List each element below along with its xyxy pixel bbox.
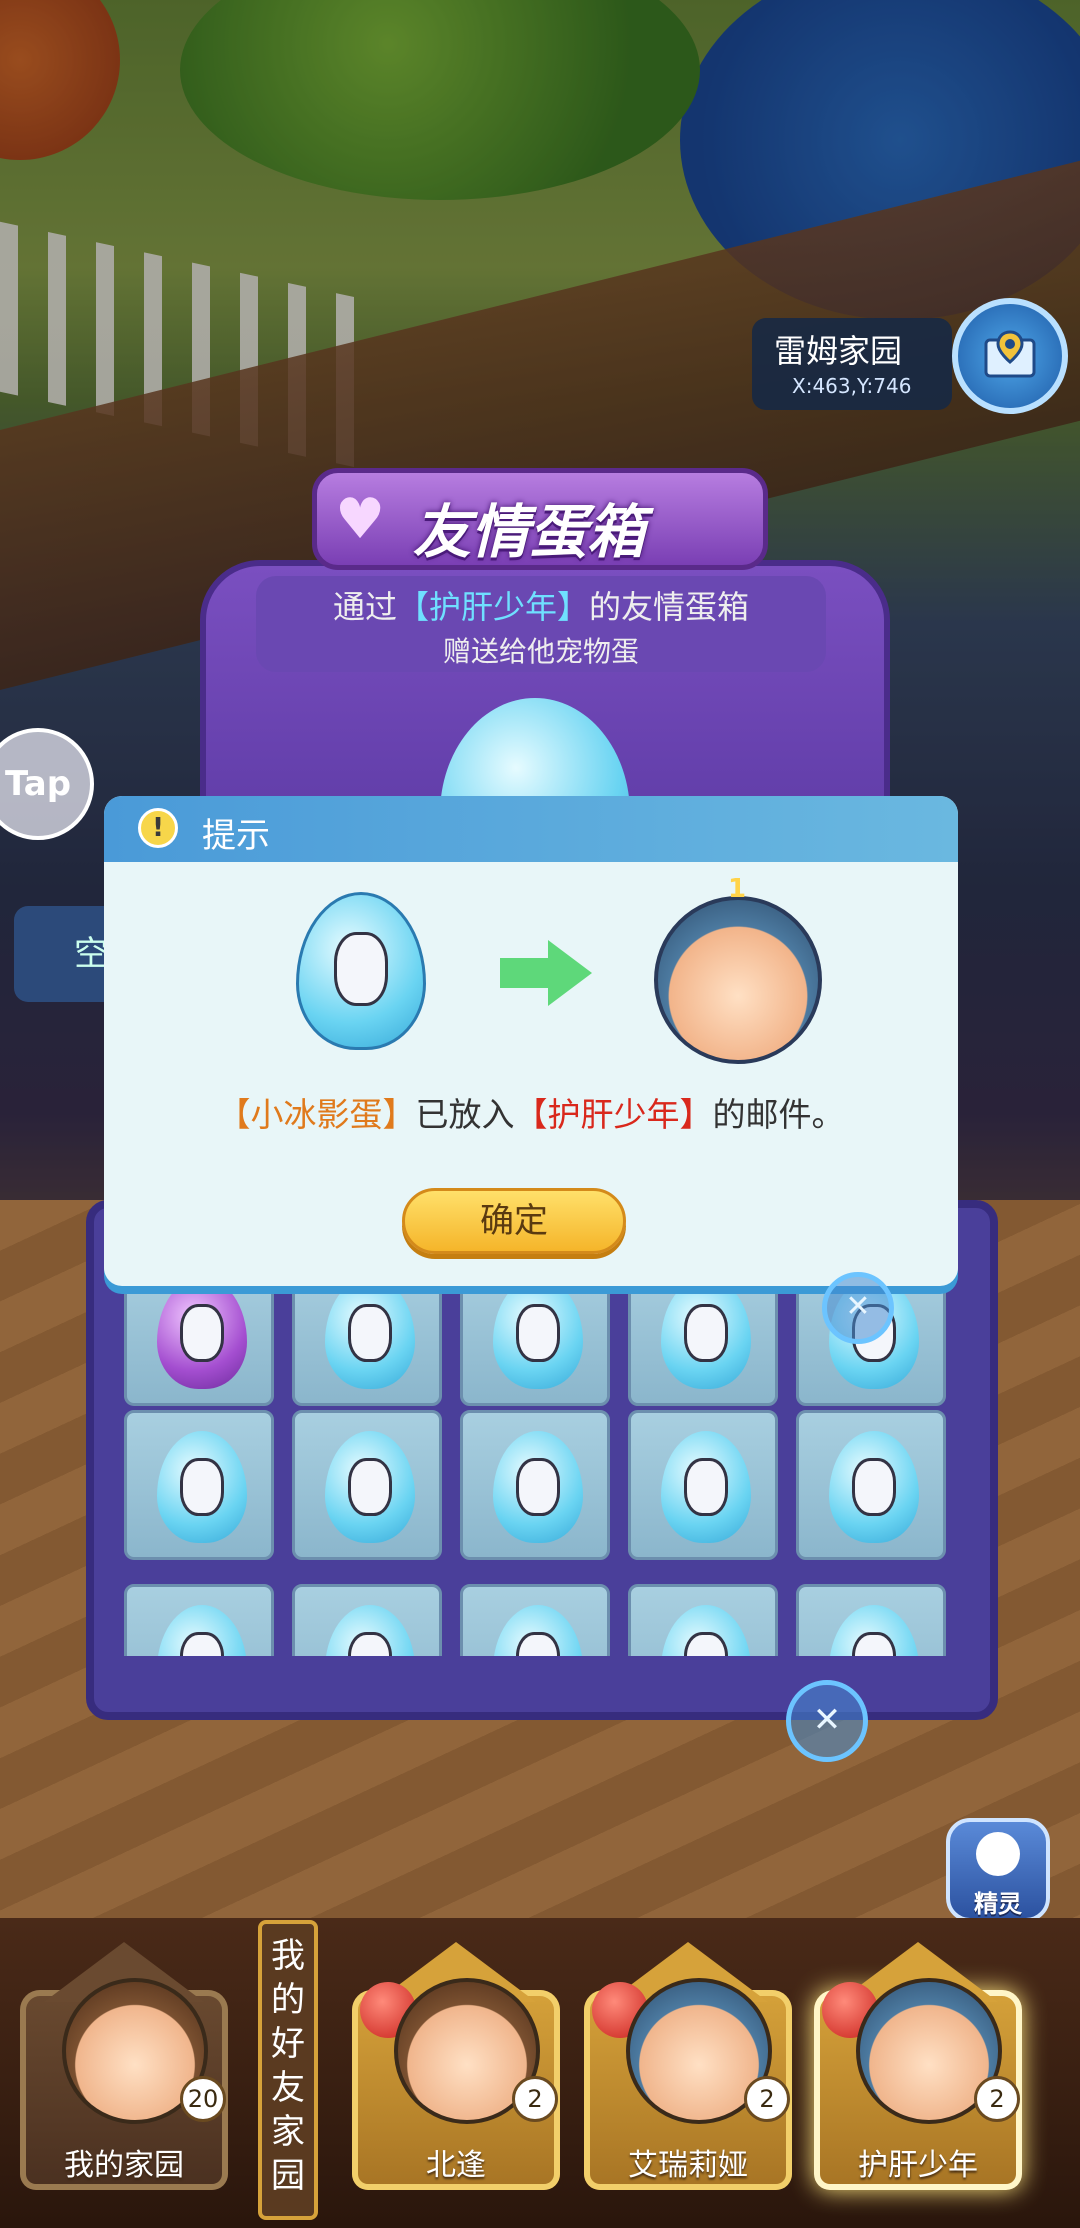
close-icon: ✕ xyxy=(845,1289,871,1324)
msg-end: 的邮件。 xyxy=(712,1095,845,1134)
map-icon xyxy=(984,330,1036,378)
friend-home-button[interactable]: 2 北逢 xyxy=(352,1942,560,2190)
ice-egg-icon xyxy=(157,1431,247,1543)
map-button[interactable] xyxy=(952,298,1068,414)
ice-egg-icon xyxy=(829,1431,919,1543)
home-name: 我的家园 xyxy=(64,2148,184,2183)
location-name: 雷姆家园 xyxy=(774,332,903,370)
arrow-right-icon xyxy=(500,940,592,1006)
desc-player-name: 【护肝少年】 xyxy=(396,588,589,626)
friend-home-button[interactable]: 2 艾瑞莉娅 xyxy=(584,1942,792,2190)
ice-egg-icon xyxy=(661,1277,751,1389)
ice-egg-icon xyxy=(296,892,426,1050)
dialog-message: 【小冰影蛋】已放入【护肝少年】的邮件。 xyxy=(104,1088,958,1136)
friend-home-button-selected[interactable]: 2 护肝少年 xyxy=(814,1942,1022,2190)
close-dialog-button[interactable]: ✕ xyxy=(822,1272,894,1344)
egg-slot[interactable] xyxy=(460,1584,610,1656)
notice-dialog: ! 提示 1 【小冰影蛋】已放入【护肝少年】的邮件。 确定 xyxy=(104,796,958,1286)
location-coordinates: X:463,Y:746 xyxy=(792,374,912,398)
ice-egg-icon xyxy=(493,1277,583,1389)
home-count-badge: 2 xyxy=(974,2076,1020,2122)
ice-egg-icon xyxy=(661,1605,751,1656)
egg-slot[interactable] xyxy=(628,1584,778,1656)
avatar-level: 1 xyxy=(727,874,747,904)
ice-egg-icon xyxy=(325,1277,415,1389)
purple-egg-icon xyxy=(157,1277,247,1389)
dialog-title: 提示 xyxy=(202,816,270,856)
egg-slot[interactable] xyxy=(796,1410,946,1560)
desc-suffix: 的友情蛋箱 xyxy=(589,588,750,626)
ice-egg-icon xyxy=(325,1431,415,1543)
msg-mid: 已放入 xyxy=(415,1095,515,1134)
ice-egg-icon xyxy=(829,1605,919,1656)
friend-name: 北逢 xyxy=(426,2148,486,2183)
egg-slot[interactable] xyxy=(124,1584,274,1656)
home-count-badge: 2 xyxy=(744,2076,790,2122)
egg-slot[interactable] xyxy=(460,1410,610,1560)
ice-egg-icon xyxy=(325,1605,415,1656)
spirit-label: 精灵 xyxy=(974,1890,1022,1918)
egg-box-title-plate: ♥ 友情蛋箱 xyxy=(312,468,768,570)
egg-box-title: 友情蛋箱 xyxy=(413,498,646,566)
recipient-avatar: 1 xyxy=(654,874,822,1064)
spirit-button[interactable]: 精灵 xyxy=(946,1818,1050,1922)
egg-slot[interactable] xyxy=(796,1584,946,1656)
desc-prefix: 通过 xyxy=(332,588,397,626)
my-home-button[interactable]: 20 我的家园 xyxy=(20,1942,228,2190)
panda-icon xyxy=(976,1832,1020,1876)
desc-line2: 赠送给他宠物蛋 xyxy=(442,635,639,668)
close-panel-button[interactable]: ✕ xyxy=(786,1680,868,1762)
ice-egg-icon xyxy=(661,1431,751,1543)
ice-egg-icon xyxy=(493,1605,583,1656)
home-count-badge: 2 xyxy=(512,2076,558,2122)
location-badge: 雷姆家园 X:463,Y:746 xyxy=(752,318,952,410)
friend-name: 护肝少年 xyxy=(858,2148,978,2183)
ice-egg-icon xyxy=(157,1605,247,1656)
dialog-header: ! 提示 xyxy=(104,796,958,862)
friends-label: 我的好友家园 xyxy=(258,1920,318,2220)
ice-egg-icon xyxy=(493,1431,583,1543)
egg-slot[interactable] xyxy=(124,1410,274,1560)
friend-name: 艾瑞莉娅 xyxy=(628,2148,748,2183)
egg-slot[interactable] xyxy=(628,1410,778,1560)
msg-player-name: 【护肝少年】 xyxy=(514,1095,713,1134)
home-count-badge: 20 xyxy=(180,2076,226,2122)
exclamation-icon: ! xyxy=(138,808,178,848)
egg-box-description: 通过【护肝少年】的友情蛋箱 赠送给他宠物蛋 xyxy=(256,576,826,672)
heart-icon: ♥ xyxy=(335,487,386,552)
confirm-button[interactable]: 确定 xyxy=(402,1188,626,1254)
egg-slot[interactable] xyxy=(292,1584,442,1656)
msg-egg-name: 【小冰影蛋】 xyxy=(217,1095,416,1134)
egg-slot[interactable] xyxy=(292,1410,442,1560)
close-icon: ✕ xyxy=(812,1700,842,1740)
